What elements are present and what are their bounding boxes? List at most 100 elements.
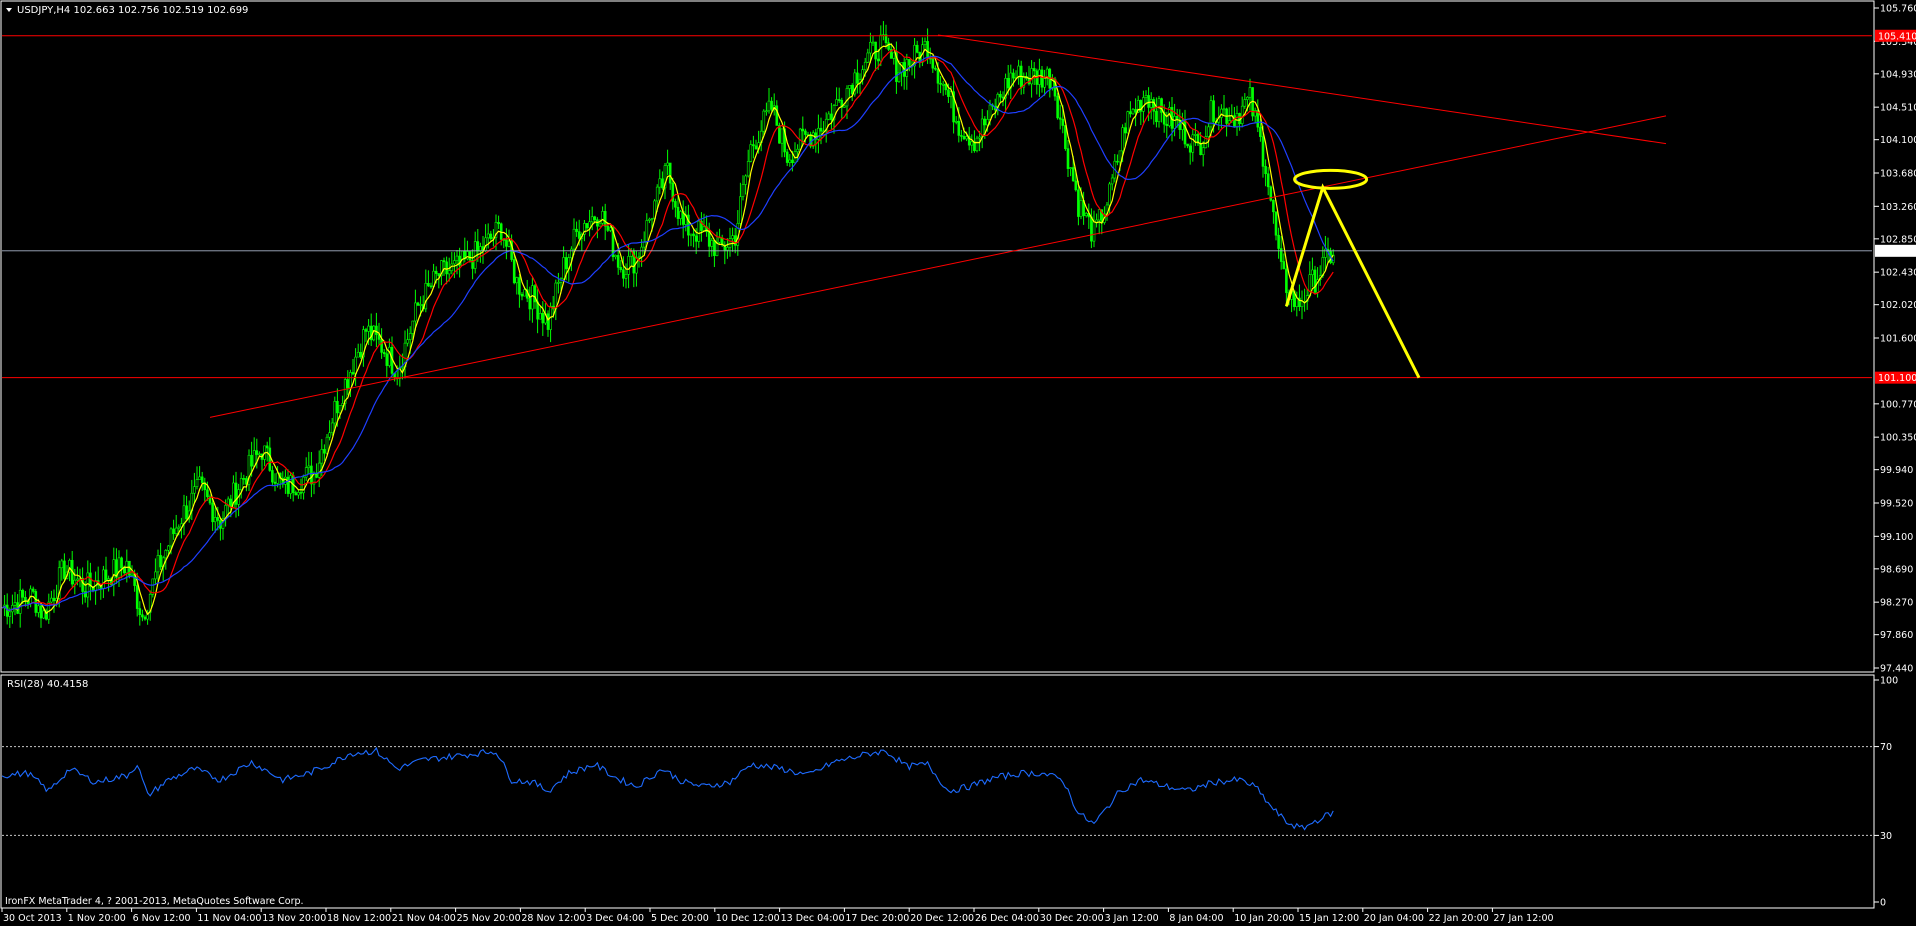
- candle-body: [931, 57, 935, 69]
- candle-body: [359, 351, 363, 358]
- candle-body: [744, 175, 747, 185]
- candle-body: [242, 478, 246, 480]
- price-tick-label: 100.770: [1880, 399, 1916, 410]
- candle-body: [453, 260, 456, 265]
- candle-body: [731, 235, 734, 239]
- candle-body: [505, 239, 508, 247]
- candle-body: [437, 273, 441, 276]
- candle-body: [871, 41, 875, 44]
- candle-body: [970, 141, 974, 146]
- candle-body: [577, 231, 581, 239]
- candle-body: [666, 162, 669, 166]
- price-tick-label: 102.430: [1880, 268, 1916, 279]
- candle-body: [983, 118, 987, 126]
- candle-body: [330, 422, 334, 434]
- candle-body: [193, 486, 196, 494]
- candle-body: [627, 255, 630, 275]
- candle-body: [1069, 167, 1072, 169]
- candle-body: [538, 313, 542, 320]
- candle-body: [765, 110, 768, 113]
- candle-body: [1084, 213, 1088, 216]
- candle-body: [1108, 183, 1111, 206]
- time-tick-label: 28 Nov 12:00: [521, 913, 585, 924]
- candle-body: [936, 68, 940, 84]
- candle-body: [523, 289, 526, 297]
- candle-body: [34, 591, 38, 613]
- rsi-tick-label: 100: [1880, 676, 1898, 687]
- candle-body: [572, 228, 576, 250]
- candle-body: [172, 528, 175, 535]
- candle-body: [138, 608, 142, 616]
- time-tick-label: 30 Oct 2013: [3, 913, 62, 924]
- candle-body: [21, 589, 25, 598]
- candle-body: [1092, 221, 1096, 242]
- candle-body: [346, 379, 350, 389]
- price-tick-label: 97.860: [1880, 630, 1913, 641]
- candle-body: [923, 41, 927, 46]
- candle-body: [286, 476, 290, 494]
- candle-body: [957, 120, 961, 136]
- candle-body: [424, 282, 428, 310]
- chart-canvas: 105.760105.340104.930104.510104.100103.6…: [0, 0, 1916, 926]
- candle-body: [297, 492, 300, 496]
- candle-body: [255, 450, 259, 455]
- candle-body: [718, 237, 721, 243]
- candle-body: [239, 478, 243, 490]
- candle-body: [934, 67, 937, 70]
- time-tick-label: 27 Jan 12:00: [1493, 913, 1553, 924]
- candle-body: [1097, 209, 1101, 221]
- candle-body: [484, 237, 487, 252]
- candle-body: [1074, 180, 1078, 191]
- resistance-price-label: 105.410: [1878, 31, 1916, 42]
- candle: [1056, 92, 1059, 120]
- candle-body: [429, 285, 433, 288]
- candle-body: [1056, 95, 1059, 119]
- candle-body: [962, 136, 966, 140]
- candle-body: [1129, 111, 1132, 115]
- candle-body: [1077, 189, 1080, 217]
- candle-body: [411, 320, 415, 334]
- candle-body: [694, 235, 698, 242]
- candle-body: [1220, 108, 1223, 118]
- time-tick-label: 20 Jan 04:00: [1364, 913, 1424, 924]
- candle-body: [460, 250, 464, 266]
- candle-body: [351, 372, 355, 375]
- candle-body: [1264, 166, 1267, 175]
- candle-body: [819, 127, 823, 132]
- candle-body: [954, 120, 958, 123]
- candle-body: [42, 610, 45, 619]
- candle-body: [299, 492, 303, 494]
- candle-body: [978, 136, 981, 139]
- candle-body: [271, 470, 274, 483]
- candle-body: [507, 240, 511, 247]
- candle-body: [570, 248, 573, 259]
- candle-body: [785, 151, 789, 163]
- candle-body: [63, 560, 66, 579]
- candle-body: [1183, 119, 1187, 145]
- candle-body: [310, 465, 313, 485]
- candle-body: [947, 89, 950, 97]
- candle-body: [1040, 69, 1044, 88]
- candle: [1064, 125, 1067, 151]
- candle-body: [120, 557, 123, 569]
- candle-body: [284, 476, 287, 485]
- candle-body: [788, 159, 792, 163]
- candle-body: [1199, 143, 1202, 155]
- candle-body: [770, 100, 773, 110]
- time-tick-label: 21 Nov 04:00: [392, 913, 456, 924]
- candle-body: [679, 211, 682, 219]
- candle-body: [843, 105, 846, 108]
- candle-body: [622, 269, 625, 279]
- candle-body: [265, 445, 269, 449]
- candle-body: [333, 401, 337, 424]
- candle-body: [1285, 268, 1288, 293]
- time-tick-label: 10 Dec 12:00: [716, 913, 780, 924]
- candle-body: [323, 449, 326, 454]
- candle-body: [975, 137, 979, 152]
- candle-body: [1248, 87, 1252, 98]
- candle-body: [1246, 96, 1249, 100]
- candle-body: [177, 526, 181, 529]
- candle-body: [497, 221, 500, 225]
- price-tick-label: 104.510: [1880, 103, 1916, 114]
- last-price-label: 102.699: [1878, 246, 1916, 257]
